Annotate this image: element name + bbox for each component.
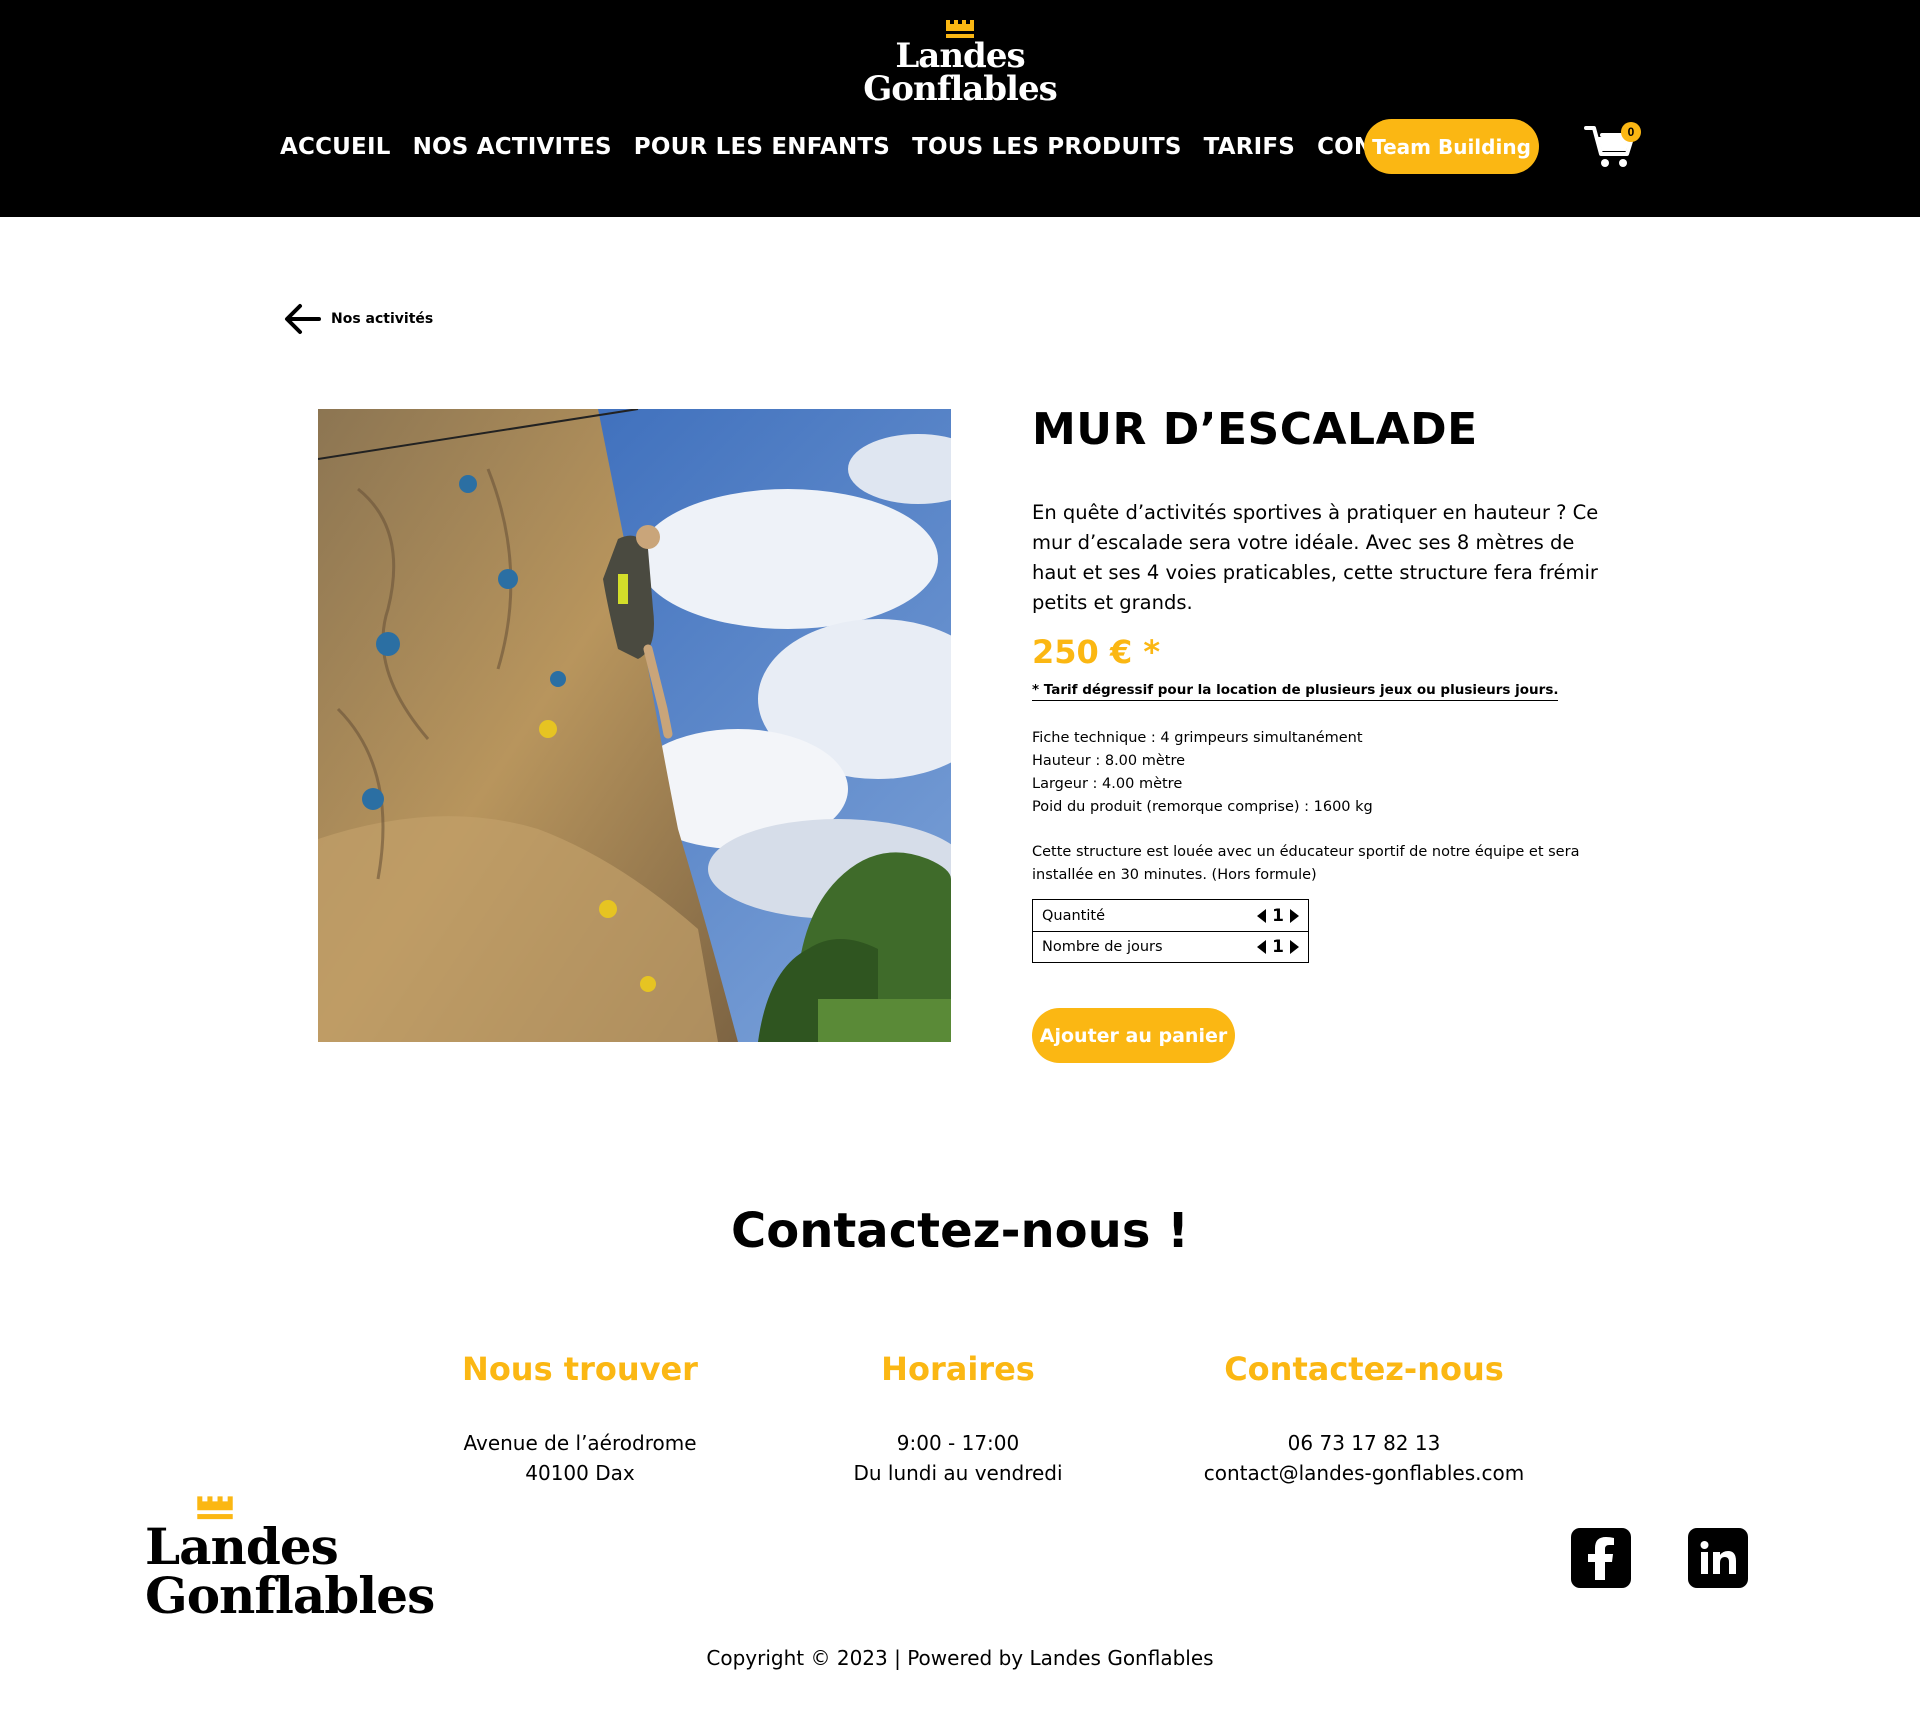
- cart-count-badge: 0: [1621, 122, 1641, 142]
- spec-line: Poid du produit (remorque comprise) : 16…: [1032, 799, 1373, 815]
- option-quantity: Quantité 1: [1033, 900, 1308, 931]
- nav-nos-activites[interactable]: NOS ACTIVITES: [413, 134, 612, 160]
- hours-line: 9:00 - 17:00: [896, 1431, 1020, 1455]
- product-note: Cette structure est louée avec un éducat…: [1032, 844, 1580, 883]
- product-image: [318, 409, 951, 1042]
- nav-tarifs[interactable]: TARIFS: [1204, 134, 1295, 160]
- product-description: En quête d’activités sportives à pratiqu…: [1032, 501, 1599, 614]
- brand-logo[interactable]: Landes Gonflables: [0, 20, 1920, 107]
- facebook-button[interactable]: [1571, 1528, 1631, 1588]
- option-days: Nombre de jours 1: [1033, 931, 1308, 962]
- product-title: MUR D’ESCALADE: [1032, 404, 1478, 455]
- decrement-icon[interactable]: [1257, 908, 1266, 923]
- linkedin-icon: [1700, 1541, 1736, 1574]
- contact-section-title: Contactez-nous !: [730, 1203, 1189, 1259]
- spec-line: Fiche technique : 4 grimpeurs simultaném…: [1032, 730, 1363, 746]
- arrow-left-icon: [285, 304, 321, 334]
- option-days-label: Nombre de jours: [1042, 939, 1163, 955]
- linkedin-button[interactable]: [1688, 1528, 1748, 1588]
- tarif-note-link[interactable]: * Tarif dégressif pour la location de pl…: [1032, 682, 1559, 701]
- site-header: Landes Gonflables ACCUEIL NOS ACTIVITES …: [0, 0, 1920, 217]
- back-link-label: Nos activités: [331, 311, 434, 327]
- nav-pour-les-enfants[interactable]: POUR LES ENFANTS: [634, 134, 890, 160]
- contact-col-location: Nous trouver Avenue de l’aérodrome 40100…: [430, 1350, 730, 1488]
- product-price: 250 € *: [1032, 633, 1161, 671]
- email-link[interactable]: contact@landes-gonflables.com: [1164, 1458, 1564, 1488]
- address-line: 40100 Dax: [525, 1461, 635, 1485]
- phone-link[interactable]: 06 73 17 82 13: [1164, 1428, 1564, 1458]
- brand-name: Landes Gonflables: [145, 1517, 1920, 1625]
- col-heading: Horaires: [881, 1350, 1035, 1388]
- add-to-cart-button[interactable]: Ajouter au panier: [1032, 1008, 1235, 1063]
- quantity-value[interactable]: 1: [1272, 906, 1284, 926]
- contact-col-hours: Horaires 9:00 - 17:00 Du lundi au vendre…: [808, 1350, 1108, 1488]
- contact-col-contact: Contactez-nous 06 73 17 82 13 contact@la…: [1164, 1350, 1564, 1488]
- main-nav: ACCUEIL NOS ACTIVITES POUR LES ENFANTS T…: [280, 130, 1460, 164]
- spec-line: Hauteur : 8.00 mètre: [1032, 753, 1186, 769]
- brand-line-1: Landes: [145, 1517, 339, 1576]
- increment-icon[interactable]: [1290, 940, 1299, 954]
- cart-button[interactable]: 0: [1584, 122, 1641, 172]
- col-heading: Contactez-nous: [1224, 1350, 1504, 1388]
- brand-name: Landes Gonflables: [0, 36, 1920, 110]
- spec-line: Largeur : 4.00 mètre: [1032, 776, 1183, 792]
- nav-tous-les-produits[interactable]: TOUS LES PRODUITS: [912, 134, 1182, 160]
- footer-logo[interactable]: Landes Gonflables: [145, 1496, 1920, 1625]
- option-quantity-label: Quantité: [1042, 907, 1105, 924]
- back-link[interactable]: Nos activités: [283, 300, 433, 338]
- brand-line-2: Gonflables: [863, 69, 1057, 110]
- days-stepper: 1: [1257, 937, 1299, 957]
- facebook-icon: [1588, 1537, 1614, 1580]
- brand-line-2: Gonflables: [145, 1566, 435, 1625]
- brand-line-1: Landes: [895, 36, 1025, 76]
- copyright: Copyright © 2023 | Powered by Landes Gon…: [706, 1646, 1214, 1670]
- col-heading: Nous trouver: [462, 1350, 698, 1388]
- decrement-icon[interactable]: [1257, 940, 1266, 954]
- team-building-button[interactable]: Team Building: [1364, 119, 1539, 174]
- address-line: Avenue de l’aérodrome: [463, 1431, 697, 1455]
- product-specs: Fiche technique : 4 grimpeurs simultaném…: [1032, 727, 1373, 819]
- increment-icon[interactable]: [1290, 908, 1299, 923]
- product-options: Quantité 1 Nombre de jours 1: [1032, 899, 1309, 963]
- days-value[interactable]: 1: [1272, 937, 1284, 957]
- quantity-stepper: 1: [1257, 906, 1299, 926]
- nav-accueil[interactable]: ACCUEIL: [280, 134, 391, 160]
- hours-line: Du lundi au vendredi: [853, 1461, 1063, 1485]
